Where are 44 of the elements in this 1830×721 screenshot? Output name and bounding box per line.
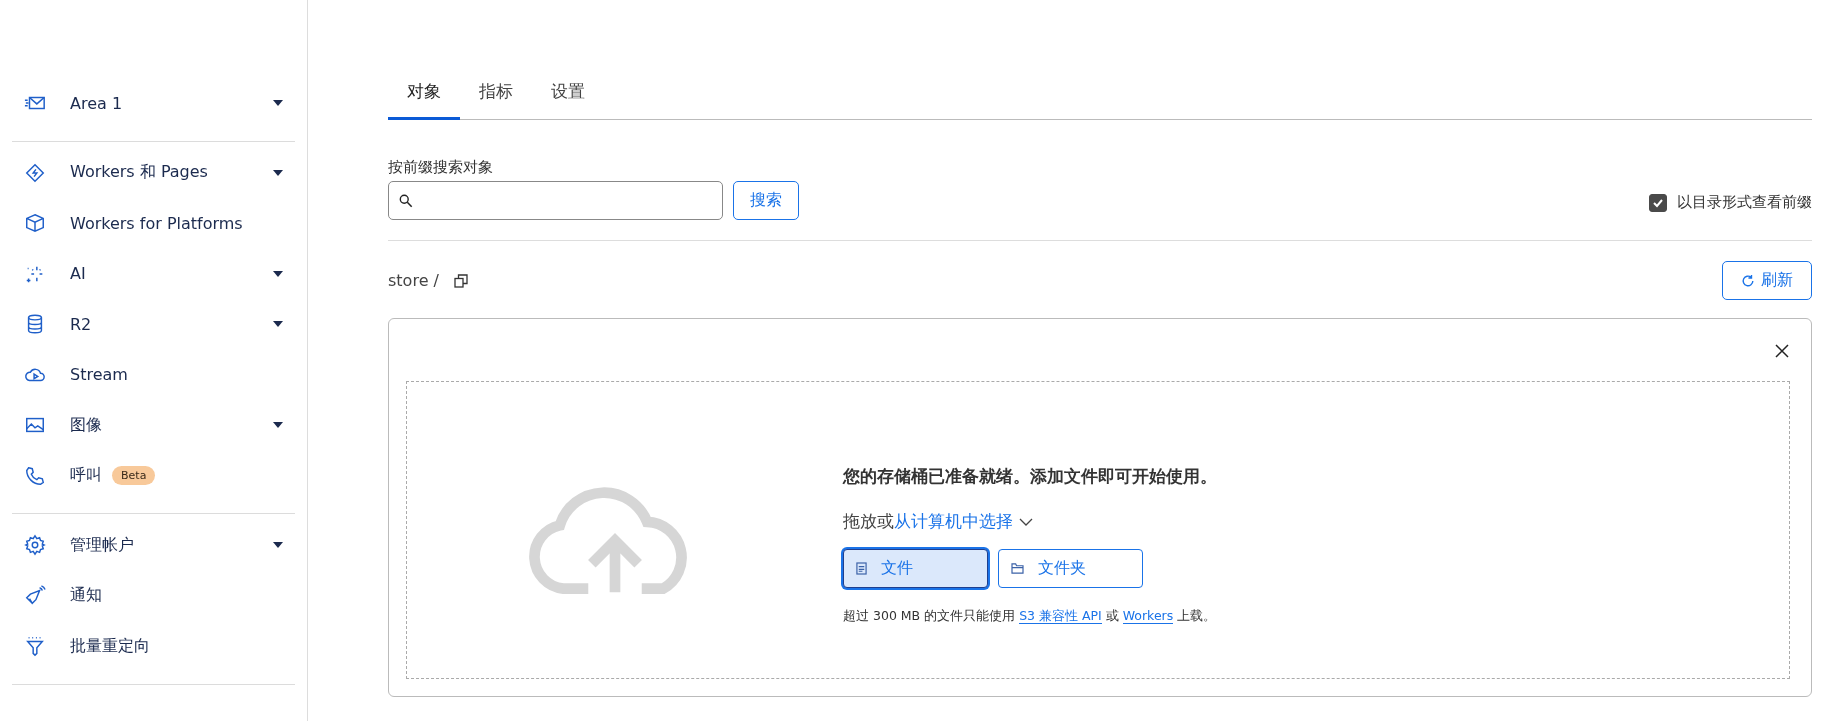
search-button[interactable]: 搜索 [733,181,799,220]
megaphone-icon [24,584,46,607]
chevron-down-icon[interactable] [1019,517,1033,526]
settings-icon [24,534,46,557]
drag-text: 拖放或 [843,510,894,533]
cube-icon [24,212,46,235]
sidebar-item[interactable]: 管理帐户 [12,520,295,571]
note-link[interactable]: Workers [1122,608,1174,624]
drop-zone[interactable]: 您的存储桶已准备就绪。添加文件即可开始使用。 拖放或从计算机中选择 文件 文件夹 超过 300 MB 的文件只能使用 S3 兼容性 API 或 Workers 上载。 [406,381,1790,679]
folder-icon [1011,563,1024,574]
select-link[interactable]: 从计算机中选择 [894,510,1013,533]
copy-icon[interactable] [453,273,468,288]
folder-button[interactable]: 文件夹 [998,549,1143,588]
sidebar-item[interactable]: Workers 和 Pages [12,147,295,198]
refresh-icon [1741,273,1755,288]
funnel-icon [24,635,46,658]
sidebar-item[interactable]: R2 [12,299,295,350]
close-icon[interactable] [1774,343,1790,359]
file-button[interactable]: 文件 [843,549,988,588]
upload-size-note: 超过 300 MB 的文件只能使用 S3 兼容性 API 或 Workers 上载。 [843,608,1217,625]
sidebar-item[interactable]: 通知 [12,570,295,621]
note-link[interactable]: S3 兼容性 API [1019,608,1102,624]
tab[interactable]: 设置 [532,70,604,120]
search-field[interactable] [388,181,723,220]
refresh-button[interactable]: 刷新 [1722,261,1812,300]
phone-icon [24,464,46,487]
beta-badge: Beta [112,466,156,486]
sidebar-item[interactable]: 呼叫 Beta [12,450,295,501]
search-icon [399,193,413,208]
sidebar-item[interactable]: Workers for Platforms [12,198,295,249]
sidebar-item[interactable]: 图像 [12,400,295,451]
checkbox[interactable] [1649,193,1667,212]
directory-view-checkbox[interactable]: 以目录形式查看前缀 [1649,193,1812,212]
sidebar-item[interactable]: Stream [12,349,295,400]
bucket-path: store / [388,271,439,290]
diamond-icon [24,161,46,184]
sidebar-item[interactable]: 批量重定向 [12,621,295,672]
document-icon [856,562,867,575]
search-label: 按前缀搜索对象 [388,158,494,177]
upload-title: 您的存储桶已准备就绪。添加文件即可开始使用。 [843,465,1217,488]
tab[interactable]: 指标 [460,70,532,120]
tab[interactable]: 对象 [388,70,460,120]
sidebar-item[interactable]: Area 1 [12,78,295,129]
sidebar-item[interactable]: AI [12,248,295,299]
